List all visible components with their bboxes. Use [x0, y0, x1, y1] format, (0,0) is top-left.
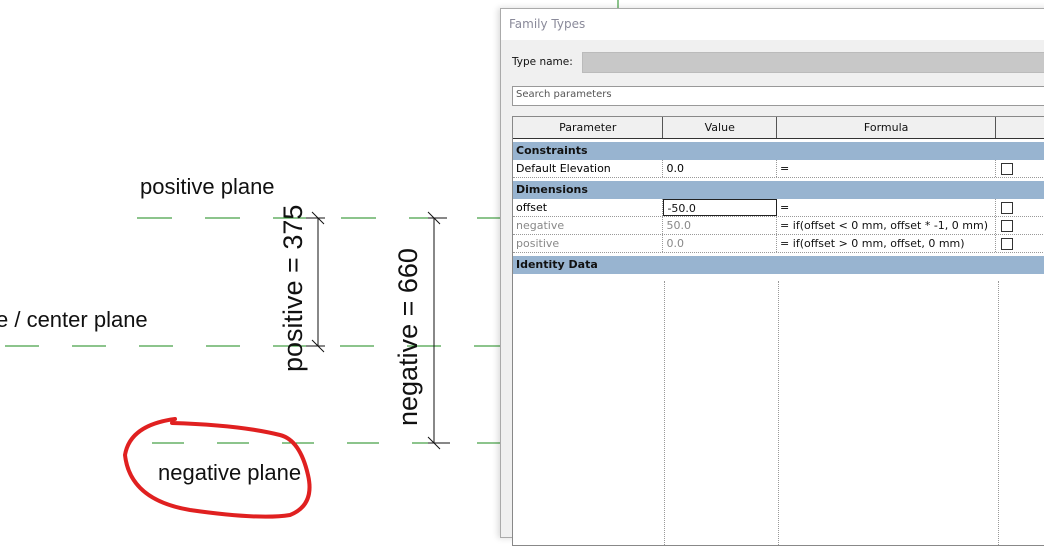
negative-dimension[interactable]	[427, 211, 450, 450]
table-row[interactable]: negative 50.0 = if(offset < 0 mm, offset…	[513, 217, 1044, 235]
negative-plane-label: negative plane	[158, 460, 302, 485]
type-name-field[interactable]	[582, 52, 1044, 73]
parameter-value[interactable]: 50.0	[663, 217, 778, 234]
parameter-name: Default Elevation	[513, 160, 664, 177]
parameters-table: Parameter Value Formula Constraints Defa…	[512, 116, 1044, 546]
family-types-dialog: Family Types Type name: Search parameter…	[500, 8, 1044, 546]
negative-dimension-label: negative = 660	[393, 248, 423, 426]
table-row[interactable]: offset -50.0 =	[513, 199, 1044, 217]
column-lock[interactable]	[996, 117, 1044, 138]
parameter-name: positive	[513, 235, 664, 252]
column-divider	[664, 281, 665, 545]
lock-checkbox[interactable]	[1001, 202, 1014, 214]
lock-checkbox[interactable]	[1001, 163, 1014, 175]
table-header: Parameter Value Formula	[513, 117, 1044, 139]
parameter-value[interactable]: 0.0	[663, 235, 778, 252]
column-divider	[998, 281, 999, 545]
column-parameter[interactable]: Parameter	[513, 117, 664, 138]
table-row[interactable]: positive 0.0 = if(offset > 0 mm, offset,…	[513, 235, 1044, 253]
type-name-label: Type name:	[512, 56, 573, 68]
group-constraints[interactable]: Constraints	[513, 142, 1044, 160]
group-identity-data[interactable]: Identity Data	[513, 256, 1044, 274]
parameter-formula[interactable]: =	[777, 199, 997, 216]
column-formula[interactable]: Formula	[777, 117, 997, 138]
positive-dimension-label: positive = 375	[278, 204, 308, 372]
parameter-formula[interactable]: = if(offset < 0 mm, offset * -1, 0 mm)	[777, 217, 997, 234]
table-row[interactable]: Default Elevation 0.0 =	[513, 160, 1044, 178]
parameter-name: offset	[513, 199, 664, 216]
parameter-name: negative	[513, 217, 664, 234]
center-plane-label: e / center plane	[0, 307, 148, 332]
parameter-formula[interactable]: =	[777, 160, 997, 177]
group-dimensions[interactable]: Dimensions	[513, 181, 1044, 199]
column-divider	[778, 281, 779, 545]
parameter-formula[interactable]: = if(offset > 0 mm, offset, 0 mm)	[777, 235, 997, 252]
parameter-value-input[interactable]: -50.0	[663, 199, 778, 216]
search-parameters-input[interactable]: Search parameters	[512, 86, 1044, 106]
column-value[interactable]: Value	[663, 117, 778, 138]
lock-checkbox[interactable]	[1001, 238, 1014, 250]
dialog-title: Family Types	[501, 9, 1044, 40]
positive-plane-label: positive plane	[140, 174, 275, 199]
lock-checkbox[interactable]	[1001, 220, 1014, 232]
parameter-value[interactable]: 0.0	[663, 160, 778, 177]
